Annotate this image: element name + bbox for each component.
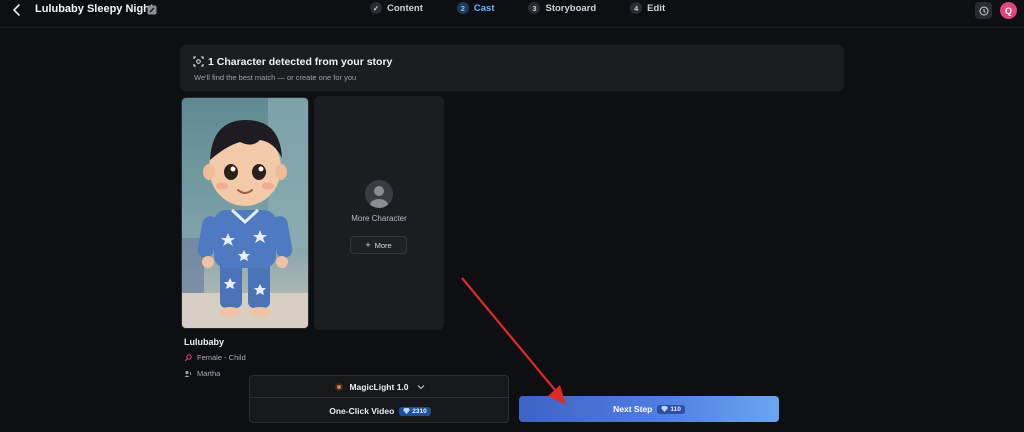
voice-person-icon [184, 370, 192, 377]
step-edit[interactable]: 4 Edit [630, 2, 665, 14]
character-portrait [182, 98, 308, 328]
credit-icon [661, 406, 669, 412]
banner-subtitle: We'll find the best match — or create on… [194, 73, 357, 82]
next-step-button[interactable]: Next Step 110 [519, 396, 779, 422]
generation-panel: MagicLight 1.0 One-Click Video 2310 [249, 375, 510, 423]
step-cast[interactable]: 2 Cast [456, 2, 495, 14]
back-arrow-icon[interactable] [10, 3, 24, 17]
character-name: Lulubaby [184, 337, 224, 347]
model-logo-icon [335, 382, 344, 391]
help-icon [979, 6, 988, 15]
project-title: Lulubaby Sleepy Night [35, 3, 154, 15]
credit-amount: 2310 [412, 407, 427, 415]
top-bar: Lulubaby Sleepy Night ✓ Content 2 Cast 3… [0, 0, 1024, 22]
step-label: Content [387, 2, 423, 14]
edit-title-icon[interactable] [147, 5, 157, 15]
gender-text: Female - Child [197, 353, 246, 362]
help-button[interactable] [975, 2, 992, 19]
user-avatar[interactable]: Q [1000, 2, 1017, 19]
more-button-label: More [374, 240, 392, 250]
step-number: 3 [528, 2, 541, 14]
credit-badge: 110 [657, 404, 685, 414]
credit-badge: 2310 [399, 406, 431, 416]
character-gender: Female - Child [184, 353, 246, 362]
model-selector[interactable]: MagicLight 1.0 [250, 376, 510, 398]
step-check-icon: ✓ [370, 2, 382, 14]
character-voice: Martha [184, 369, 220, 378]
step-label: Edit [647, 2, 666, 14]
chevron-down-icon [417, 384, 424, 389]
plus-icon: + [365, 240, 371, 250]
more-button[interactable]: + More [350, 236, 407, 254]
placeholder-avatar-icon [365, 180, 393, 208]
credit-icon [403, 408, 411, 414]
step-content[interactable]: ✓ Content [370, 2, 423, 14]
step-label: Cast [473, 2, 495, 14]
detected-banner: 1 Character detected from your story We'… [180, 45, 844, 91]
header-divider [0, 27, 1024, 28]
more-character-card: More Character + More [314, 96, 444, 330]
step-number: 4 [630, 2, 643, 14]
character-card[interactable] [181, 97, 309, 329]
credit-amount: 110 [670, 405, 681, 413]
banner-title: 1 Character detected from your story [208, 56, 393, 68]
scan-face-icon [193, 56, 204, 67]
model-name: MagicLight 1.0 [349, 381, 409, 392]
next-step-label: Next Step [613, 404, 653, 414]
more-character-label: More Character [351, 214, 407, 223]
step-storyboard[interactable]: 3 Storyboard [528, 2, 596, 14]
female-icon [184, 353, 192, 361]
voice-text: Martha [197, 369, 221, 378]
step-number: 2 [456, 2, 469, 14]
step-navigation: ✓ Content 2 Cast 3 Storyboard 4 Edit [370, 2, 699, 14]
step-label: Storyboard [545, 2, 597, 14]
one-click-label: One-Click Video [329, 406, 395, 416]
one-click-video-button[interactable]: One-Click Video 2310 [250, 399, 510, 423]
